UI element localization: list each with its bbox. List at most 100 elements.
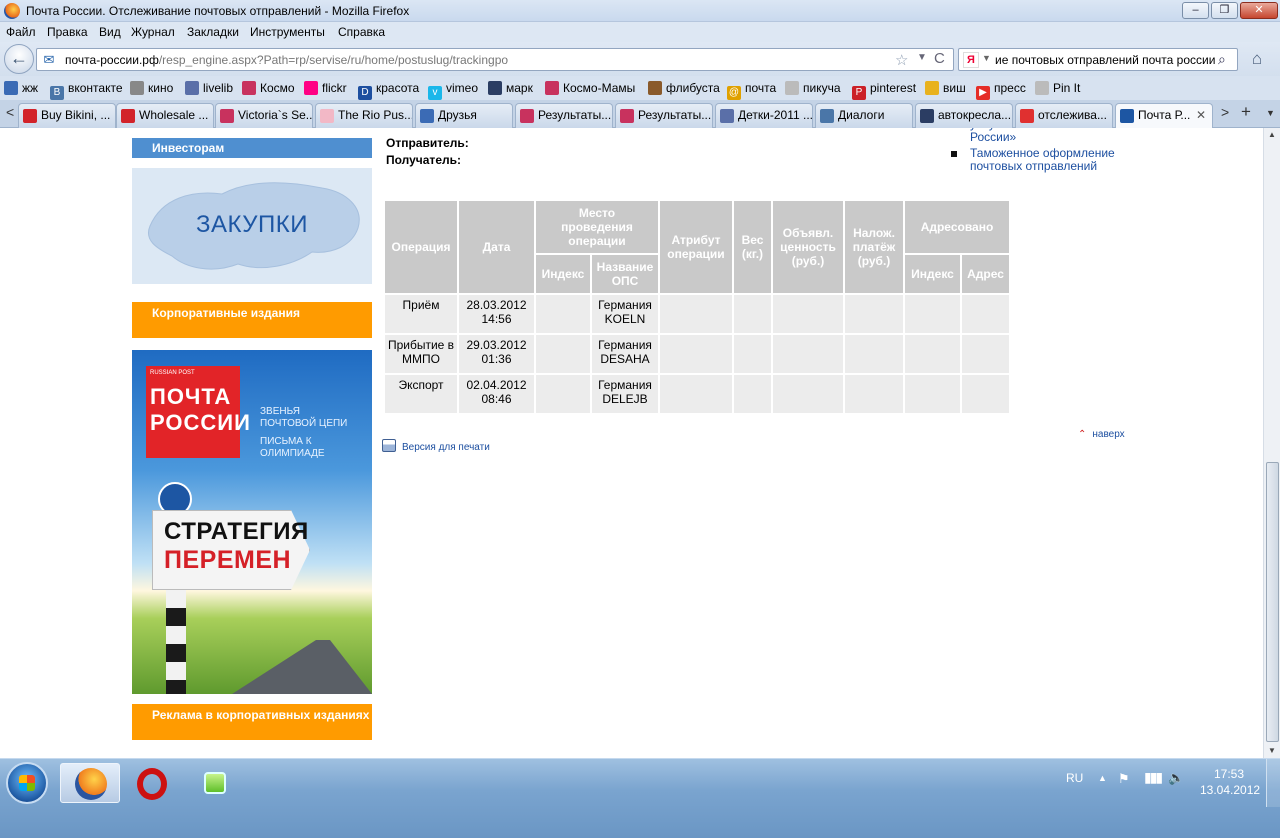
tab-scroll-right-icon[interactable]: > bbox=[1221, 104, 1229, 120]
minimize-button[interactable]: – bbox=[1182, 2, 1209, 19]
tab[interactable]: Друзья bbox=[415, 103, 513, 128]
tab[interactable]: The Rio Pus... bbox=[315, 103, 413, 128]
tab[interactable]: Wholesale ... bbox=[116, 103, 214, 128]
site-identity-icon[interactable]: ✉ bbox=[41, 52, 57, 68]
menu-help[interactable]: Справка bbox=[338, 25, 385, 39]
tab[interactable]: Диалоги bbox=[815, 103, 913, 128]
cell-index bbox=[536, 375, 590, 413]
home-icon[interactable]: ⌂ bbox=[1245, 49, 1269, 70]
menu-bookmarks[interactable]: Закладки bbox=[187, 25, 239, 39]
bookmark-item[interactable]: виш bbox=[925, 81, 966, 95]
bookmark-label: пикуча bbox=[803, 81, 841, 95]
tab-bar: Buy Bikini, ... Wholesale ... Victoria`s… bbox=[0, 100, 1280, 129]
table-row: Экспорт 02.04.2012 08:46 Германия DELEJB bbox=[385, 375, 1009, 413]
action-center-flag-icon[interactable]: ⚑ bbox=[1118, 771, 1130, 787]
taskbar-opera[interactable] bbox=[122, 763, 182, 803]
bookmark-item[interactable]: flickr bbox=[304, 81, 347, 95]
back-to-top-link[interactable]: ⌃ наверх bbox=[1078, 429, 1125, 440]
url-text[interactable]: почта-россии.рф/resp_engine.aspx?Path=rp… bbox=[65, 53, 508, 67]
language-indicator[interactable]: RU bbox=[1066, 771, 1083, 785]
menu-view[interactable]: Вид bbox=[99, 25, 121, 39]
tab-favicon-icon bbox=[220, 109, 234, 123]
tab[interactable]: Victoria`s Se... bbox=[215, 103, 313, 128]
yandex-engine-icon[interactable]: Я bbox=[963, 52, 979, 68]
search-icon[interactable]: ⌕ bbox=[1218, 51, 1226, 68]
menu-edit[interactable]: Правка bbox=[47, 25, 88, 39]
opera-icon bbox=[137, 768, 167, 800]
history-dropdown-icon[interactable]: ▼ bbox=[917, 52, 927, 63]
services-link[interactable]: услугам ФГУП «Почта России» bbox=[970, 128, 1140, 144]
bookmark-item[interactable]: Pin It bbox=[1035, 81, 1080, 95]
tab[interactable]: Результаты... bbox=[515, 103, 613, 128]
zakupki-label: ЗАКУПКИ bbox=[196, 211, 308, 238]
page-scrollbar[interactable]: ▲ ▼ bbox=[1263, 128, 1280, 758]
bookmark-star-icon[interactable]: ☆ bbox=[895, 51, 908, 69]
close-window-button[interactable]: ✕ bbox=[1240, 2, 1278, 19]
bookmark-item[interactable]: Космо-Мамы bbox=[545, 81, 635, 95]
bookmark-item[interactable]: жж bbox=[4, 81, 38, 95]
menu-bar: Файл Правка Вид Журнал Закладки Инструме… bbox=[0, 22, 1280, 42]
bookmark-item[interactable]: Космо bbox=[242, 81, 295, 95]
bookmark-item[interactable]: @ почта bbox=[727, 81, 776, 100]
tab[interactable]: Результаты... bbox=[615, 103, 713, 128]
maximize-button[interactable]: ❐ bbox=[1211, 2, 1238, 19]
reload-icon[interactable]: C bbox=[934, 50, 945, 67]
magazine-brand: ПОЧТА РОССИИ bbox=[150, 384, 251, 435]
new-tab-icon[interactable]: + bbox=[1241, 102, 1251, 122]
cell-weight bbox=[734, 375, 771, 413]
bookmark-item[interactable]: Dкрасота bbox=[358, 81, 419, 100]
search-bar[interactable]: Я ▼ ие почтовых отправлений почта россии… bbox=[958, 48, 1238, 71]
menu-file[interactable]: Файл bbox=[6, 25, 36, 39]
scroll-up-icon[interactable]: ▲ bbox=[1268, 130, 1276, 139]
tab[interactable]: отслежива... bbox=[1015, 103, 1113, 128]
bookmark-item[interactable]: марк bbox=[488, 81, 533, 95]
app-icon bbox=[204, 772, 226, 794]
bookmark-item[interactable]: livelib bbox=[185, 81, 233, 95]
bookmark-item[interactable]: Ppinterest bbox=[852, 81, 916, 100]
tab-label: Результаты... bbox=[538, 108, 612, 122]
tab[interactable]: Buy Bikini, ... bbox=[18, 103, 116, 128]
bookmark-item[interactable]: v vimeo bbox=[428, 81, 478, 100]
tab-close-icon[interactable]: ✕ bbox=[1196, 108, 1206, 122]
corp-editions-link[interactable]: Корпоративные издания bbox=[132, 302, 372, 338]
clock-time[interactable]: 17:53 bbox=[1214, 767, 1244, 781]
bookmark-item[interactable]: флибуста bbox=[648, 81, 720, 95]
address-bar[interactable]: ✉ почта-россии.рф/resp_engine.aspx?Path=… bbox=[36, 48, 954, 71]
search-input[interactable]: ие почтовых отправлений почта россии bbox=[995, 53, 1215, 67]
bookmark-item[interactable]: Ввконтакте bbox=[50, 81, 123, 100]
col-place: Место проведения операции bbox=[536, 201, 658, 253]
clock-date[interactable]: 13.04.2012 bbox=[1200, 783, 1260, 797]
tab-active[interactable]: Почта Р... ✕ bbox=[1115, 103, 1213, 129]
volume-icon[interactable]: 🔈 bbox=[1168, 770, 1184, 786]
magazine-cover-banner[interactable]: RUSSIAN POST ПОЧТА РОССИИ ЗВЕНЬЯ ПОЧТОВО… bbox=[132, 350, 372, 694]
engine-dropdown-icon[interactable]: ▼ bbox=[982, 53, 991, 63]
bookmark-item[interactable]: ▶ пресс bbox=[976, 81, 1026, 100]
taskbar-app[interactable] bbox=[184, 763, 244, 803]
menu-history[interactable]: Журнал bbox=[131, 25, 175, 39]
tab-scroll-left-icon[interactable]: < bbox=[6, 104, 14, 120]
customs-link[interactable]: Таможенное оформление почтовых отправлен… bbox=[970, 147, 1140, 173]
tab[interactable]: Детки-2011 ... bbox=[715, 103, 813, 128]
bookmark-item[interactable]: кино bbox=[130, 81, 173, 95]
cell-weight bbox=[734, 295, 771, 333]
show-desktop-button[interactable] bbox=[1266, 759, 1280, 807]
zakupki-banner[interactable]: ЗАКУПКИ bbox=[132, 168, 372, 284]
col-addressed: Адресовано bbox=[905, 201, 1009, 253]
bookmark-item[interactable]: пикуча bbox=[785, 81, 841, 95]
ads-editions-link[interactable]: Реклама в корпоративных изданиях bbox=[132, 704, 372, 740]
tab-favicon-icon bbox=[620, 109, 634, 123]
tab[interactable]: автокресла... bbox=[915, 103, 1013, 128]
network-icon[interactable]: ▮▮▮ bbox=[1144, 769, 1163, 786]
start-button[interactable] bbox=[6, 762, 48, 804]
back-button[interactable]: ← bbox=[4, 44, 34, 74]
investors-link[interactable]: Инвесторам bbox=[132, 138, 372, 158]
taskbar-firefox[interactable] bbox=[60, 763, 120, 803]
show-hidden-icons-icon[interactable]: ▲ bbox=[1098, 773, 1107, 783]
window-title: Почта России. Отслеживание почтовых отпр… bbox=[26, 4, 410, 18]
print-version-link[interactable]: Версия для печати bbox=[382, 439, 490, 453]
scroll-down-icon[interactable]: ▼ bbox=[1268, 746, 1276, 755]
printer-icon bbox=[382, 439, 396, 452]
tab-list-icon[interactable]: ▼ bbox=[1266, 108, 1275, 118]
menu-tools[interactable]: Инструменты bbox=[250, 25, 325, 39]
scrollbar-thumb[interactable] bbox=[1266, 462, 1279, 742]
